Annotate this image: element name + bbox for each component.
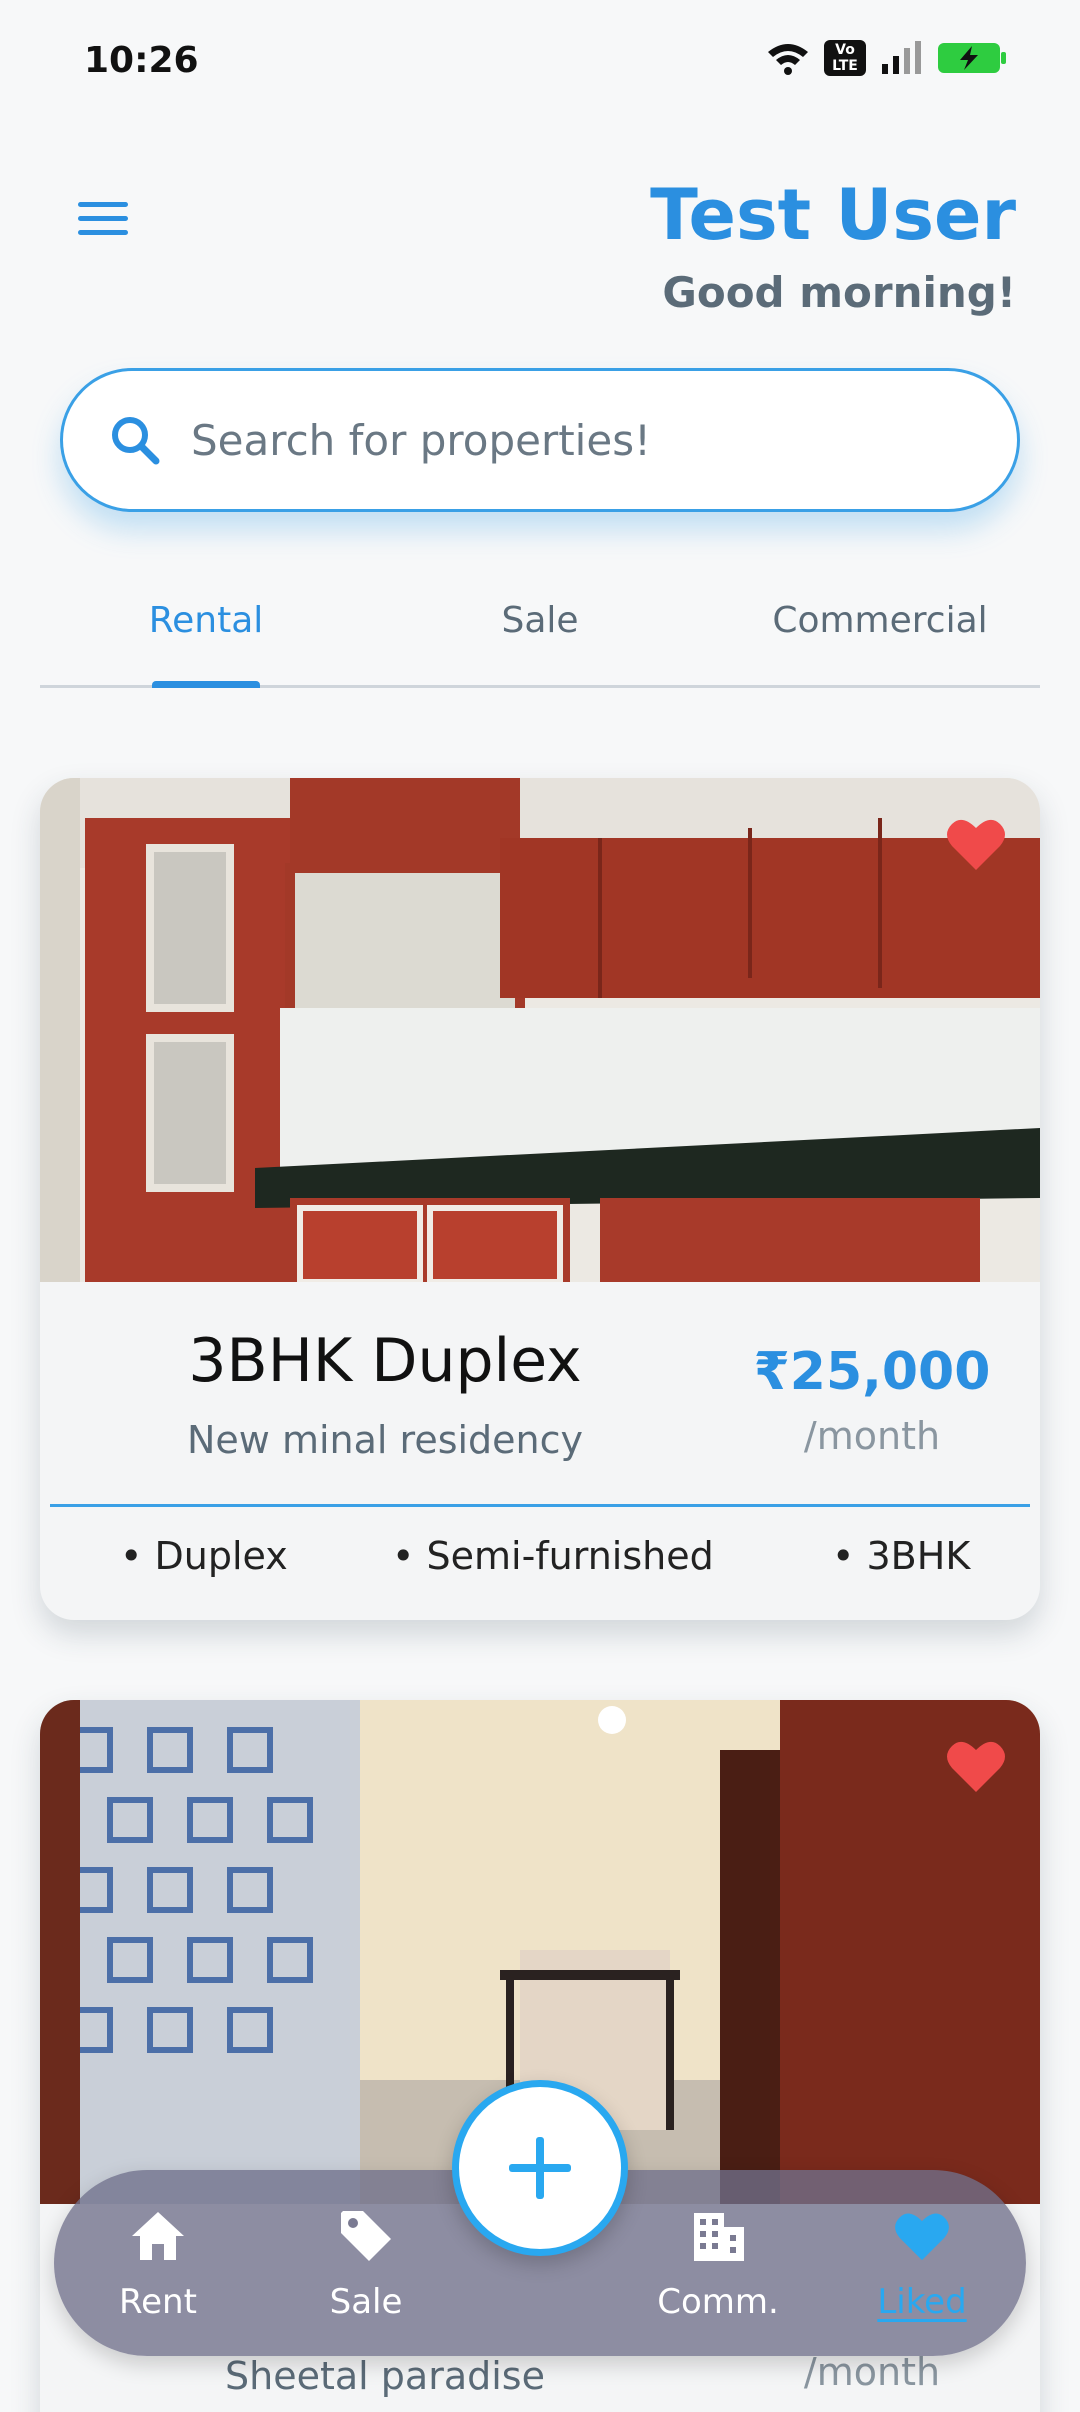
heart-icon[interactable]	[946, 816, 1006, 872]
tab-indicator	[152, 681, 260, 688]
price-period: /month	[803, 2350, 941, 2394]
building-icon	[694, 2213, 744, 2261]
user-name: Test User	[650, 174, 1016, 256]
status-bar: 10:26 Vo LTE	[0, 0, 1080, 120]
volte-label: Vo LTE	[832, 42, 858, 74]
feature-item: • Duplex	[120, 1534, 288, 1578]
tag-icon	[341, 2211, 391, 2261]
price-period: /month	[803, 1414, 941, 1458]
tab-sale[interactable]: Sale	[430, 600, 650, 641]
property-subtitle: Sheetal paradise	[225, 2354, 545, 2398]
nav-rent[interactable]: Rent	[78, 2206, 238, 2322]
status-icons: Vo LTE	[766, 40, 1006, 76]
feature-item: • Semi-furnished	[392, 1534, 714, 1578]
property-card[interactable]: 3BHK Duplex New minal residency ₹25,000 …	[40, 778, 1040, 1620]
heart-icon	[895, 2213, 949, 2261]
home-icon	[132, 2212, 184, 2260]
status-time: 10:26	[84, 40, 199, 81]
property-title: 3BHK Duplex	[188, 1326, 582, 1396]
volte-icon: Vo LTE	[824, 40, 866, 76]
nav-sale[interactable]: Sale	[286, 2206, 446, 2322]
nav-label: Rent	[119, 2282, 197, 2322]
nav-label: Sale	[329, 2282, 403, 2322]
tab-rental[interactable]: Rental	[96, 600, 316, 641]
tab-commercial[interactable]: Commercial	[740, 600, 1020, 641]
feature-item: • 3BHK	[832, 1534, 971, 1578]
nav-label: Comm.	[657, 2282, 779, 2322]
property-image	[40, 778, 1040, 1282]
battery-charging-icon	[938, 43, 1006, 73]
hamburger-menu-icon[interactable]	[78, 198, 132, 242]
nav-label: Liked	[877, 2282, 967, 2322]
signal-icon	[882, 41, 921, 74]
heart-icon[interactable]	[946, 1738, 1006, 1794]
search-icon	[112, 417, 160, 465]
property-subtitle: New minal residency	[186, 1418, 584, 1462]
greeting-text: Good morning!	[662, 268, 1016, 317]
add-property-button[interactable]	[452, 2080, 628, 2256]
plus-icon	[509, 2137, 571, 2199]
nav-liked[interactable]: Liked	[842, 2206, 1002, 2322]
category-tabs: Rental Sale Commercial	[40, 580, 1040, 688]
property-price: ₹25,000	[753, 1342, 991, 1402]
card-divider	[50, 1504, 1030, 1507]
search-input[interactable]	[191, 415, 971, 465]
search-bar[interactable]	[60, 368, 1020, 512]
bolt-icon	[960, 46, 978, 70]
wifi-icon	[768, 44, 808, 75]
nav-commercial[interactable]: Comm.	[638, 2206, 798, 2322]
feature-list: • Duplex • Semi-furnished • 3BHK	[40, 1534, 1040, 1594]
